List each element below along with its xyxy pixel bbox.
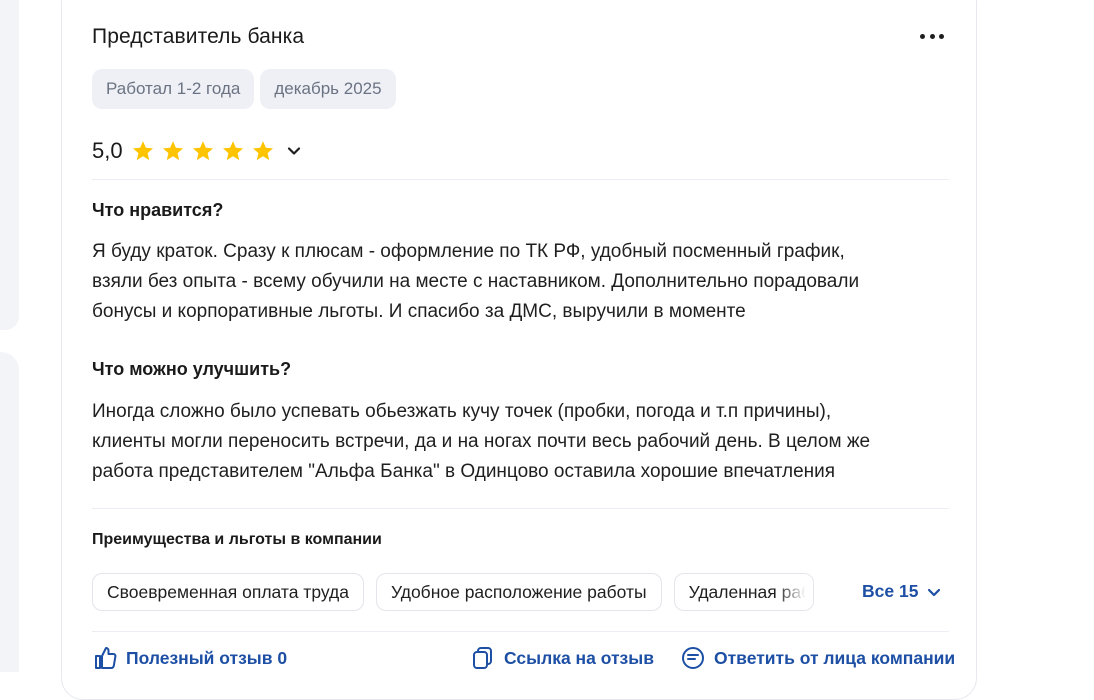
rating-row[interactable]: 5,0 xyxy=(92,138,303,164)
benefits-list: Своевременная оплата труда Удобное распо… xyxy=(92,573,814,611)
review-meta-chips: Работал 1-2 года декабрь 2025 xyxy=(92,69,396,109)
benefits-title: Преимущества и льготы в компании xyxy=(92,531,382,548)
star-icon xyxy=(162,141,183,161)
reply-label: Ответить от лица компании xyxy=(714,647,956,668)
review-title: Представитель банка xyxy=(92,25,305,48)
helpful-button[interactable]: Полезный отзыв 0 xyxy=(92,645,287,671)
divider xyxy=(92,508,949,509)
left-panel xyxy=(0,0,19,672)
likes-heading: Что нравится? xyxy=(92,200,224,220)
left-panel-block xyxy=(0,352,19,672)
likes-text: Я буду краток. Сразу к плюсам - оформлен… xyxy=(92,237,952,327)
date-chip: декабрь 2025 xyxy=(260,69,396,109)
share-link-button[interactable]: Ссылка на отзыв xyxy=(470,645,654,671)
chevron-down-icon[interactable] xyxy=(285,142,303,160)
likes-text-line: бонусы и корпоративные льготы. И спасибо… xyxy=(92,301,746,322)
share-link-label: Ссылка на отзыв xyxy=(504,647,654,668)
improve-text-line: Иногда сложно было успевать обьезжать ку… xyxy=(92,401,832,422)
left-panel-block xyxy=(0,0,19,330)
thumbs-up-icon xyxy=(95,647,117,669)
helpful-label: Полезный отзыв 0 xyxy=(126,647,288,668)
star-icon xyxy=(252,141,273,161)
star-icon xyxy=(192,141,213,161)
review-card: Представитель банка Работал 1-2 года дек… xyxy=(61,0,977,700)
chevron-down-icon xyxy=(928,588,941,596)
review-actions: Полезный отзыв 0 Ссылка на отзыв Ответит… xyxy=(92,645,955,675)
reply-as-company-button[interactable]: Ответить от лица компании xyxy=(680,645,955,671)
more-dot-icon xyxy=(920,33,925,39)
rating-value: 5,0 xyxy=(92,138,123,163)
all-benefits-button[interactable]: Все 15 xyxy=(862,581,942,602)
benefit-chip[interactable]: Удаленная работа xyxy=(673,573,814,611)
all-benefits-label: Все 15 xyxy=(862,581,919,601)
more-dot-icon xyxy=(939,33,944,39)
more-dot-icon xyxy=(929,33,935,39)
benefit-chip[interactable]: Своевременная оплата труда xyxy=(92,573,364,611)
improve-heading: Что можно улучшить? xyxy=(92,359,292,379)
benefit-chip[interactable]: Удобное расположение работы xyxy=(375,573,662,611)
improve-text-line: работа представителем "Альфа Банка" в Од… xyxy=(92,461,836,482)
improve-text: Иногда сложно было успевать обьезжать ку… xyxy=(92,397,952,487)
rating-stars xyxy=(131,139,275,163)
tenure-chip: Работал 1-2 года xyxy=(92,69,255,109)
star-icon xyxy=(222,141,243,161)
more-options-button[interactable] xyxy=(918,25,946,47)
copy-link-icon xyxy=(473,647,492,669)
likes-text-line: взяли без опыта - всему обучили на месте… xyxy=(92,271,860,292)
divider xyxy=(92,631,949,632)
improve-text-line: клиенты могли переносить встречи, да и н… xyxy=(92,431,871,452)
divider xyxy=(92,179,949,180)
comment-icon xyxy=(682,647,704,669)
likes-text-line: Я буду краток. Сразу к плюсам - оформлен… xyxy=(92,241,845,262)
star-icon xyxy=(132,141,153,161)
